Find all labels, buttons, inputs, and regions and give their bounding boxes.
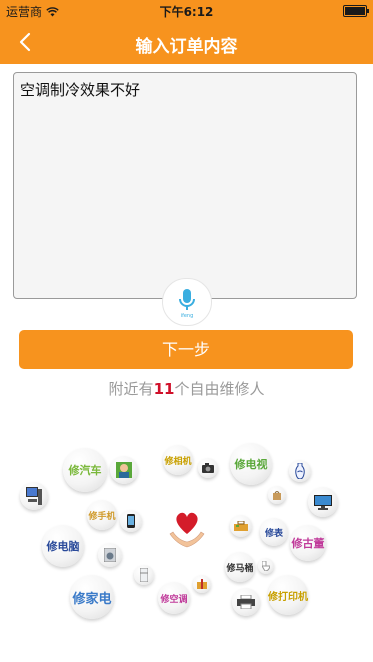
service-antique-label: 修古董 [291, 537, 325, 550]
page-title: 输入订单内容 [135, 37, 238, 57]
toolbox-bubble[interactable] [230, 515, 252, 537]
camera-icon [202, 463, 214, 473]
voice-brand-label: ifeng [180, 313, 194, 319]
nearby-suffix: 个自由维修人 [174, 380, 265, 398]
service-toilet-label: 修马桶 [226, 563, 254, 574]
microphone-icon [179, 289, 195, 310]
fridge-bubble[interactable] [134, 565, 154, 585]
bag-icon [273, 491, 281, 500]
gift-icon [197, 579, 207, 589]
desktop-pc-bubble[interactable] [20, 482, 48, 510]
printer-icon [237, 595, 255, 609]
service-ac-bubble[interactable]: 修空调 [158, 582, 190, 614]
order-content-textarea[interactable]: 空调制冷效果不好 [13, 72, 357, 299]
desktop-computer-icon [26, 487, 42, 505]
toilet-bubble[interactable] [258, 558, 274, 574]
fridge-icon [140, 568, 148, 582]
service-photo-bubble[interactable] [110, 456, 138, 484]
service-camera-label: 修相机 [164, 456, 192, 467]
vase-icon [295, 463, 305, 479]
service-printer-bubble[interactable]: 修打印机 [268, 575, 308, 615]
voice-input-button[interactable]: ifeng [162, 278, 212, 326]
mobile-phone-icon [127, 514, 135, 528]
service-antique-bubble[interactable]: 修古董 [290, 525, 326, 561]
washing-machine-icon [104, 548, 116, 562]
service-printer-label: 修打印机 [268, 591, 308, 603]
nearby-prefix: 附近有 [108, 380, 154, 398]
service-phone-label: 修手机 [88, 511, 116, 522]
service-car-bubble[interactable]: 修汽车 [63, 448, 107, 492]
service-tag-cloud: 修汽车 修相机 修电视 修手机 修电脑 修表 修古董 修马桶 修家电 修空调 修… [0, 430, 373, 662]
service-watch-label: 修表 [264, 528, 283, 539]
service-phone-bubble[interactable]: 修手机 [87, 500, 117, 530]
printer-bubble[interactable] [232, 588, 260, 616]
service-ac-label: 修空调 [160, 594, 188, 605]
service-tv-bubble[interactable]: 修电视 [230, 443, 272, 485]
service-appliance-label: 修家电 [72, 591, 112, 607]
service-computer-bubble[interactable]: 修电脑 [42, 525, 84, 567]
mobile-phone-bubble[interactable] [120, 510, 142, 532]
monitor-bubble[interactable] [308, 487, 338, 517]
service-car-label: 修汽车 [68, 464, 102, 477]
nearby-repairers-text: 附近有11个自由维修人 [0, 378, 373, 399]
service-tv-label: 修电视 [234, 458, 268, 471]
service-toilet-bubble[interactable]: 修马桶 [225, 552, 255, 582]
service-camera-bubble[interactable]: 修相机 [163, 445, 193, 475]
nav-bar: 输入订单内容 [0, 20, 373, 64]
nearby-count: 11 [153, 380, 175, 398]
camera-device-bubble[interactable] [198, 458, 218, 478]
gift-bubble[interactable] [193, 575, 211, 593]
order-content-text: 空调制冷效果不好 [20, 81, 141, 99]
service-appliance-bubble[interactable]: 修家电 [70, 575, 114, 619]
battery-icon [343, 5, 369, 17]
portrait-photo-icon [116, 462, 132, 478]
heart-hands-icon [168, 508, 206, 554]
service-computer-label: 修电脑 [46, 540, 80, 553]
monitor-icon [314, 494, 332, 510]
bag-bubble[interactable] [268, 486, 286, 504]
status-bar: 运营商 下午6:12 [0, 0, 373, 20]
washer-bubble[interactable] [98, 543, 122, 567]
toolbox-icon [234, 521, 248, 531]
service-watch-bubble[interactable]: 修表 [260, 518, 288, 546]
next-step-button[interactable]: 下一步 [19, 330, 353, 369]
status-time: 下午6:12 [159, 5, 214, 19]
vase-bubble[interactable] [289, 460, 311, 482]
toilet-icon [262, 561, 270, 571]
